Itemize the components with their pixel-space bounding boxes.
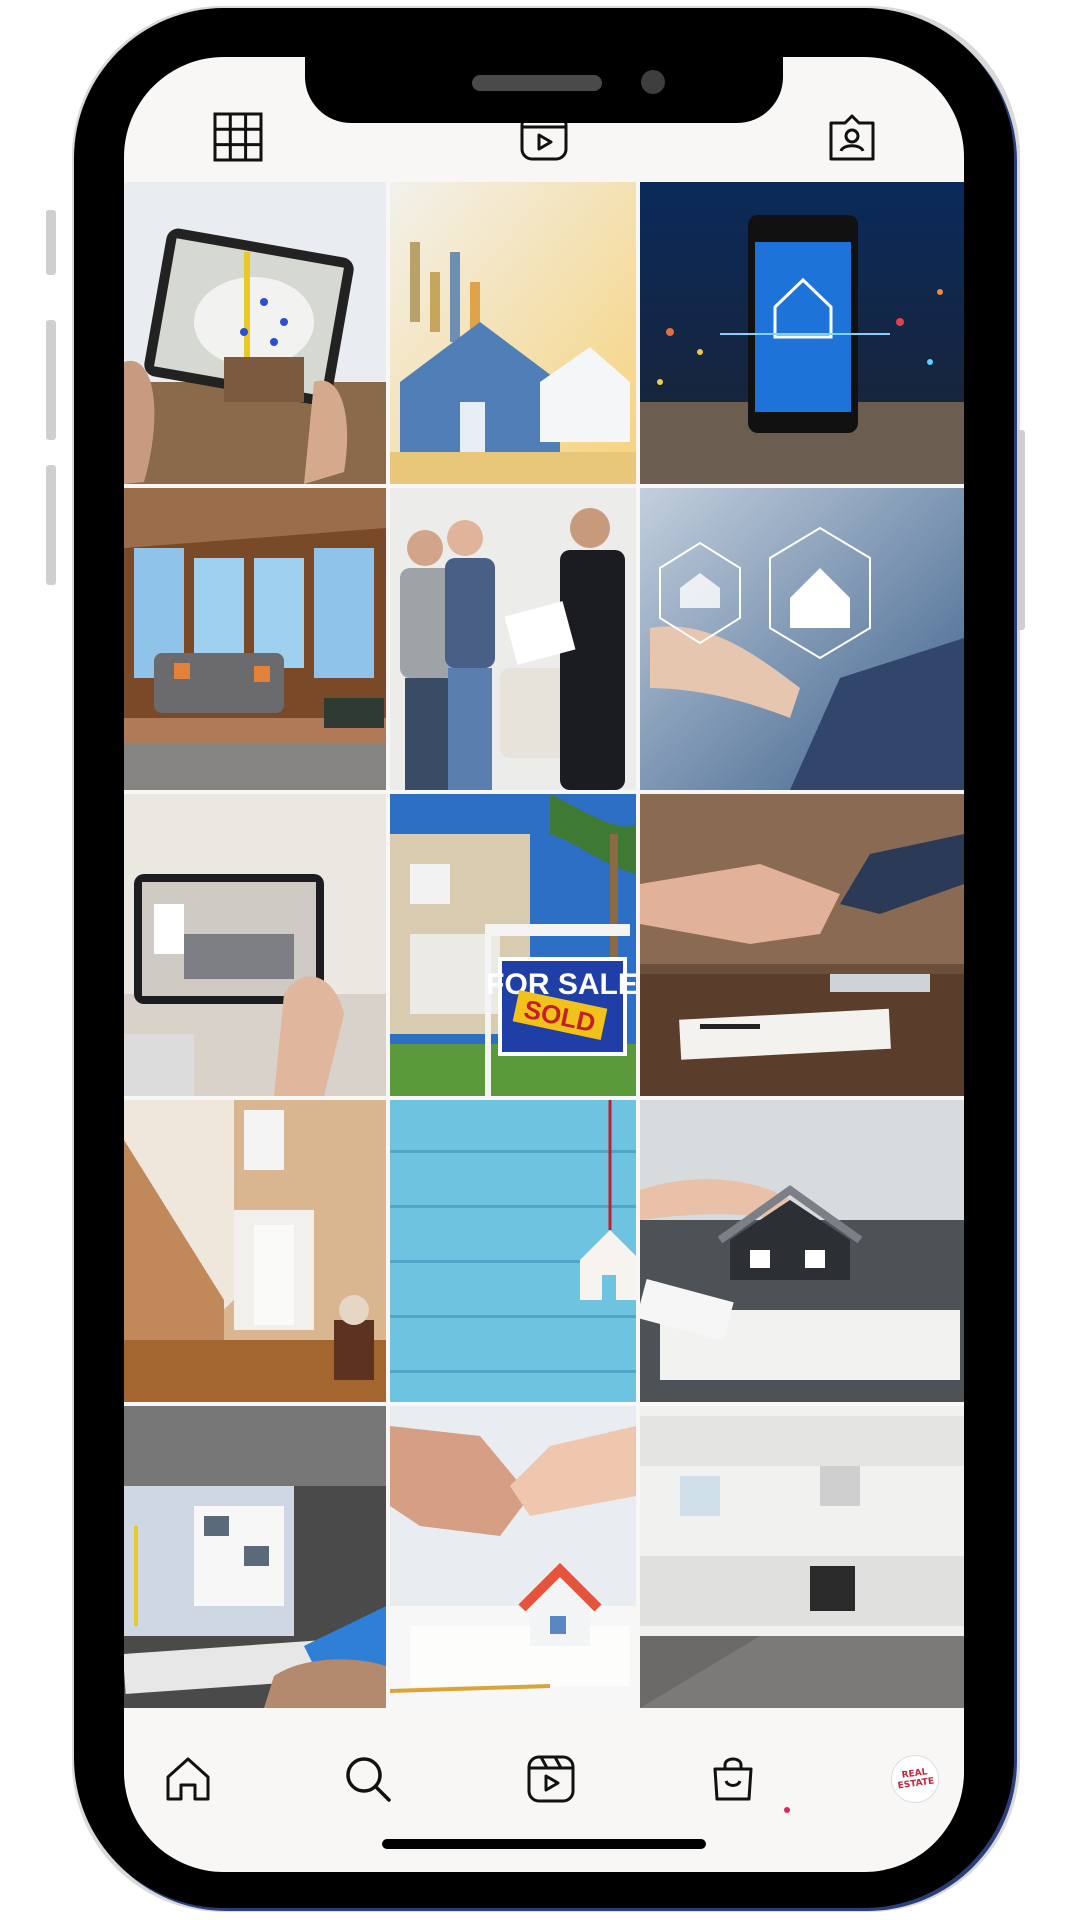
blue-wood-image	[390, 1100, 636, 1402]
post-tablet-map-listing[interactable]	[124, 182, 386, 484]
avatar-logo-text: REAL ESTATE	[895, 1767, 935, 1791]
nav-search[interactable]	[338, 1749, 398, 1809]
laptop-hexagon-image	[640, 488, 964, 790]
notification-dot	[784, 1807, 790, 1813]
staircase-image	[124, 1100, 386, 1402]
home-indicator[interactable]	[382, 1839, 706, 1849]
nav-shop[interactable]	[703, 1749, 763, 1809]
tablet-map-image	[124, 182, 386, 484]
post-agent-handshake-couple[interactable]	[390, 488, 636, 790]
post-house-model-chart[interactable]	[390, 182, 636, 484]
mute-switch	[46, 210, 56, 275]
power-button	[1015, 430, 1025, 630]
post-staircase-foyer[interactable]	[124, 1100, 386, 1402]
handshake-contract-image	[390, 1406, 636, 1708]
reels-nav-icon	[527, 1755, 575, 1803]
profile-avatar: REAL ESTATE	[891, 1755, 939, 1803]
post-laptop-house-hexagons[interactable]	[640, 488, 964, 790]
post-business-handshake[interactable]	[640, 794, 964, 1096]
smartphone-house-image	[640, 182, 964, 484]
post-grid: FOR SALE SOLD	[124, 182, 964, 1724]
for-sale-sign-image: FOR SALE SOLD	[390, 794, 636, 1096]
post-blue-wood-house-tag[interactable]	[390, 1100, 636, 1402]
laptop-map-image	[124, 1406, 386, 1708]
post-laptop-map-listing[interactable]	[124, 1406, 386, 1708]
front-camera	[641, 70, 665, 94]
bottom-nav: REAL ESTATE	[124, 1727, 964, 1837]
tab-grid[interactable]	[208, 107, 268, 167]
nav-profile[interactable]: REAL ESTATE	[885, 1749, 945, 1809]
sunroom-image	[124, 488, 386, 790]
post-sunroom-living-room[interactable]	[124, 488, 386, 790]
post-smartphone-house-app[interactable]	[640, 182, 964, 484]
post-hands-house-model[interactable]	[640, 1100, 964, 1402]
search-icon	[346, 1757, 391, 1802]
nav-reels[interactable]	[521, 1749, 581, 1809]
post-handshake-house-contract[interactable]	[390, 1406, 636, 1708]
volume-up-button	[46, 320, 56, 440]
device-stage: FOR SALE SOLD REAL ESTATE	[0, 0, 1080, 1920]
volume-down-button	[46, 465, 56, 585]
post-for-sale-sign[interactable]: FOR SALE SOLD	[390, 794, 636, 1096]
post-tablet-virtual-tour[interactable]	[124, 794, 386, 1096]
post-white-kitchen[interactable]	[640, 1406, 964, 1708]
home-icon	[166, 1757, 210, 1801]
agent-couple-image	[390, 488, 636, 790]
tagged-icon	[829, 114, 875, 161]
house-chart-image	[390, 182, 636, 484]
sign-text: FOR SALE	[486, 968, 636, 1001]
kitchen-image	[640, 1406, 964, 1708]
tab-tagged[interactable]	[822, 107, 882, 167]
grid-icon	[213, 112, 263, 162]
shop-icon	[713, 1757, 753, 1801]
speaker-grille	[472, 75, 602, 91]
virtual-tour-image	[124, 794, 386, 1096]
business-handshake-image	[640, 794, 964, 1096]
hands-house-image	[640, 1100, 964, 1402]
nav-home[interactable]	[158, 1749, 218, 1809]
screen: FOR SALE SOLD REAL ESTATE	[124, 57, 964, 1872]
